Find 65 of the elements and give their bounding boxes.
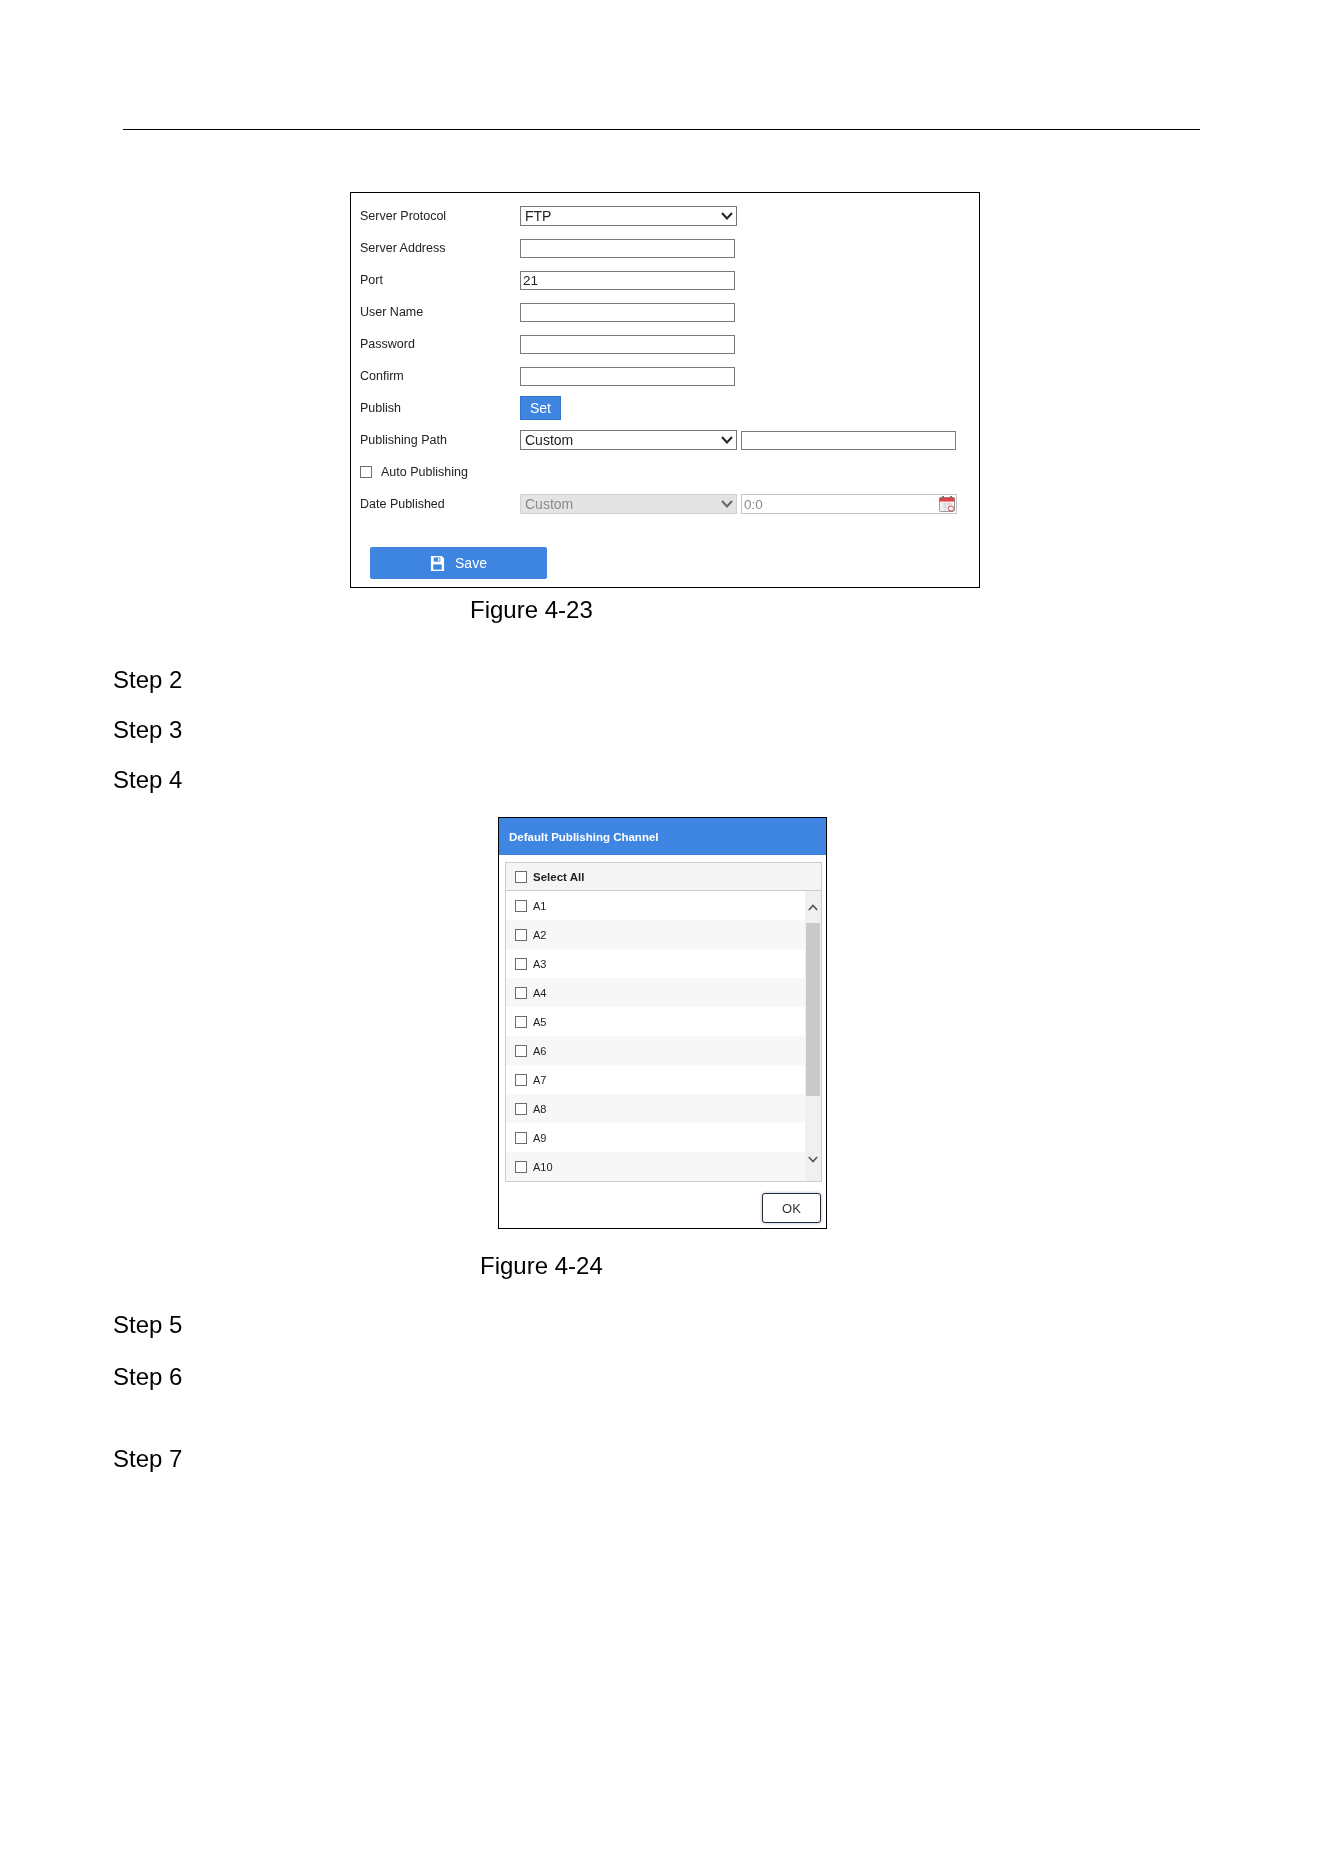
text-field[interactable] xyxy=(741,430,956,450)
checkbox[interactable] xyxy=(515,1131,527,1144)
checkbox[interactable] xyxy=(515,870,527,883)
channel-label: A10 xyxy=(533,1160,553,1173)
field-label: Server Address xyxy=(360,241,447,255)
select-all-label: Select All xyxy=(533,870,585,883)
channel-row[interactable]: A8 xyxy=(506,1094,805,1123)
dialog-title: Default Publishing Channel xyxy=(509,830,659,843)
step-label: Step 4 xyxy=(113,766,183,794)
step-label: Step 2 xyxy=(113,666,183,694)
channel-label: A9 xyxy=(533,1131,547,1144)
checkbox[interactable] xyxy=(515,1160,527,1173)
field-label: Publish xyxy=(360,401,402,415)
field-label: User Name xyxy=(360,305,425,319)
channel-label: A8 xyxy=(533,1102,547,1115)
channel-row[interactable]: A10 xyxy=(506,1152,805,1181)
figure-caption: Figure 4-23 xyxy=(470,596,594,624)
chevron-down-icon xyxy=(721,436,733,444)
checkbox[interactable] xyxy=(515,899,527,912)
channel-label: A6 xyxy=(533,1044,547,1057)
checkbox[interactable] xyxy=(360,466,372,478)
checkbox[interactable] xyxy=(515,1073,527,1086)
dropdown[interactable]: Custom xyxy=(520,430,737,450)
chevron-down-icon xyxy=(721,500,733,508)
step-label: Step 7 xyxy=(113,1445,183,1473)
figure-caption: Figure 4-24 xyxy=(480,1252,604,1280)
set-button[interactable]: Set xyxy=(520,396,561,420)
ok-button[interactable]: OK xyxy=(762,1193,821,1223)
field-label: Password xyxy=(360,337,416,351)
checkbox[interactable] xyxy=(515,986,527,999)
checkbox[interactable] xyxy=(515,1015,527,1028)
scrollbar[interactable] xyxy=(805,891,821,1181)
field-label: Port xyxy=(360,273,384,287)
text-field[interactable] xyxy=(520,334,735,354)
save-button[interactable]: Save xyxy=(370,547,547,579)
text-field[interactable]: 21 xyxy=(520,270,735,290)
channel-row[interactable]: A2 xyxy=(506,920,805,949)
chevron-up-icon xyxy=(808,903,818,911)
field-label: Confirm xyxy=(360,369,405,383)
chevron-down-icon xyxy=(808,1155,818,1163)
checkbox[interactable] xyxy=(515,1102,527,1115)
step-label: Step 3 xyxy=(113,716,183,744)
checkbox[interactable] xyxy=(515,957,527,970)
channel-row[interactable]: A4 xyxy=(506,978,805,1007)
channel-label: A2 xyxy=(533,928,547,941)
channel-label: A5 xyxy=(533,1015,547,1028)
step-label: Step 5 xyxy=(113,1311,183,1339)
text-field[interactable] xyxy=(520,238,735,258)
channel-row[interactable]: A6 xyxy=(506,1036,805,1065)
scrollbar-thumb[interactable] xyxy=(806,923,820,1096)
chevron-down-icon xyxy=(721,212,733,220)
field-label: Date Published xyxy=(360,497,446,511)
channel-label: A4 xyxy=(533,986,547,999)
field-label: Publishing Path xyxy=(360,433,448,447)
text-field[interactable] xyxy=(520,302,735,322)
step-label: Step 6 xyxy=(113,1363,183,1391)
field-label: Server Protocol xyxy=(360,209,448,223)
text-field[interactable] xyxy=(520,366,735,386)
channel-label: A3 xyxy=(533,957,547,970)
checkbox[interactable] xyxy=(515,1044,527,1057)
dropdown[interactable]: FTP xyxy=(520,206,737,226)
channel-label: A1 xyxy=(533,899,547,912)
checkbox[interactable] xyxy=(515,928,527,941)
checkbox-label: Auto Publishing xyxy=(381,465,468,479)
channel-label: A7 xyxy=(533,1073,547,1086)
